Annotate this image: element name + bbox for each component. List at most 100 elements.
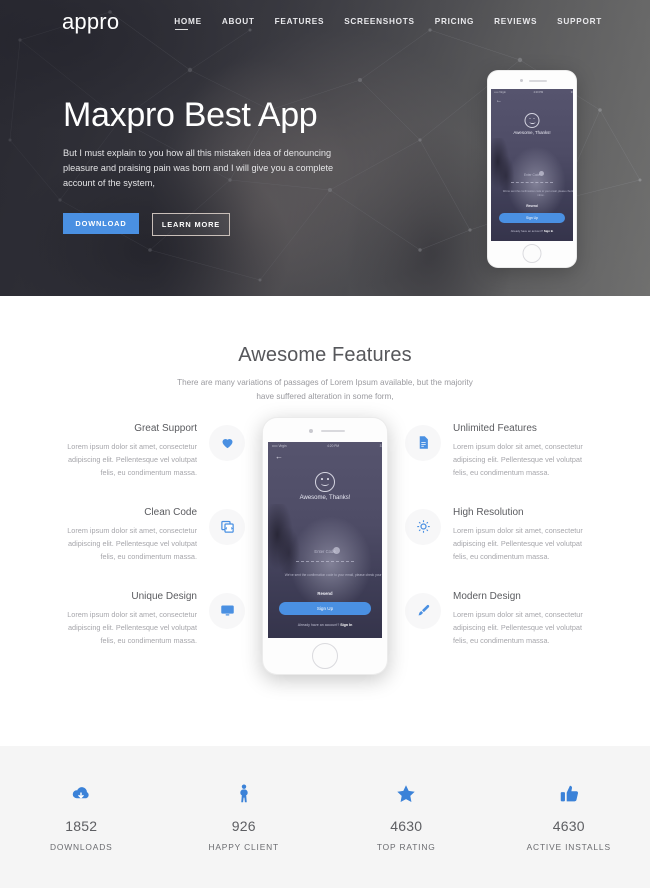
screen-code-input[interactable]: Enter Code: [491, 173, 573, 177]
site-logo[interactable]: appro: [62, 9, 119, 35]
phone-home-button[interactable]: [312, 642, 338, 669]
thumbs-up-icon: [488, 782, 650, 806]
feature-desc: Lorem ipsum dolor sit amet, consectetur …: [67, 441, 197, 477]
feature-desc: Lorem ipsum dolor sit amet, consectetur …: [453, 525, 583, 561]
status-battery: 31%: [379, 443, 382, 448]
stat-happy-client: 926 HAPPY CLIENT: [163, 782, 326, 852]
monitor-icon: [209, 592, 245, 629]
nav-item-reviews[interactable]: REVIEWS: [494, 17, 537, 30]
smiley-icon: [315, 471, 335, 492]
stat-label: ACTIVE INSTALLS: [526, 842, 611, 852]
download-button[interactable]: DOWNLOAD: [63, 212, 139, 234]
feature-desc: Lorem ipsum dolor sit amet, consectetur …: [67, 609, 197, 645]
feature-unlimited-features[interactable]: Unlimited Features Lorem ipsum dolor sit…: [405, 423, 590, 480]
feature-great-support[interactable]: Great Support Lorem ipsum dolor sit amet…: [60, 423, 245, 480]
nav-item-screenshots[interactable]: SCREENSHOTS: [344, 17, 415, 30]
phone-screen: ••••• Virgin 4:20 PM 31% ← Awesome, Than…: [491, 89, 573, 241]
feature-title: Unlimited Features: [453, 422, 537, 434]
stat-number: 4630: [390, 818, 423, 834]
landing-page: appro HOME ABOUT FEATURES SCREENSHOTS PR…: [0, 0, 650, 888]
signup-button[interactable]: Sign Up: [499, 213, 565, 223]
phone-camera: [309, 428, 313, 433]
stat-top-rating: 4630 TOP RATING: [325, 782, 488, 852]
feature-unique-design[interactable]: Unique Design Lorem ipsum dolor sit amet…: [60, 591, 245, 648]
hero-phone-mockup: ••••• Virgin 4:20 PM 31% ← Awesome, Than…: [487, 70, 577, 268]
nav-item-features[interactable]: FEATURES: [275, 17, 325, 30]
feature-modern-design[interactable]: Modern Design Lorem ipsum dolor sit amet…: [405, 591, 590, 648]
heart-icon: [209, 424, 245, 461]
hero-section: appro HOME ABOUT FEATURES SCREENSHOTS PR…: [0, 0, 650, 296]
status-time: 4:20 PM: [327, 443, 340, 448]
feature-clean-code[interactable]: Clean Code Lorem ipsum dolor sit amet, c…: [60, 507, 245, 564]
screen-status-bar: ••••• Virgin 4:20 PM 31%: [268, 442, 382, 450]
feature-desc: Lorem ipsum dolor sit amet, consectetur …: [453, 441, 583, 477]
nav-item-about[interactable]: ABOUT: [222, 17, 255, 30]
feature-title: Clean Code: [144, 506, 197, 518]
phone-frame: ••••• Virgin 4:20 PM 31% ← Awesome, Than…: [487, 70, 577, 268]
screen-note: We've sent the confirmation code to your…: [502, 190, 573, 197]
phone-screen: ••••• Virgin 4:20 PM 31% ← Awesome, Than…: [268, 441, 382, 638]
arrow-left-icon[interactable]: ←: [275, 452, 283, 461]
feature-title: High Resolution: [453, 506, 524, 518]
phone-speaker: [321, 429, 345, 433]
status-battery: 31%: [570, 90, 573, 94]
nav-item-home[interactable]: HOME: [174, 17, 202, 30]
status-carrier: ••••• Virgin: [494, 90, 506, 94]
screen-note: We've sent the confirmation code to your…: [284, 572, 382, 577]
feature-desc: Lorem ipsum dolor sit amet, consectetur …: [453, 609, 583, 645]
features-grid: Great Support Lorem ipsum dolor sit amet…: [0, 416, 650, 723]
nav-links: HOME ABOUT FEATURES SCREENSHOTS PRICING …: [174, 17, 602, 30]
gear-icon: [405, 508, 441, 545]
star-icon: [325, 782, 488, 806]
stat-number: 1852: [65, 818, 98, 834]
stat-number: 926: [231, 818, 256, 834]
screen-footer-text: Already have an account? Sign In: [491, 229, 573, 233]
stat-label: DOWNLOADS: [49, 842, 113, 852]
screen-heading: Awesome, Thanks!: [513, 130, 551, 135]
screen-input-knob: [333, 546, 340, 554]
hero-content: Maxpro Best App But I must explain to yo…: [63, 96, 363, 236]
stat-number: 4630: [552, 818, 585, 834]
paintbrush-icon: [405, 592, 441, 629]
document-icon: [405, 424, 441, 461]
feature-title: Great Support: [134, 422, 197, 434]
stat-active-installs: 4630 ACTIVE INSTALLS: [488, 782, 650, 852]
phone-frame: ••••• Virgin 4:20 PM 31% ← Awesome, Than…: [262, 416, 388, 675]
screen-input-underline: [296, 560, 354, 562]
footer-prompt: Already have an account?: [510, 229, 544, 233]
footer-prompt: Already have an account?: [297, 622, 340, 627]
features-phone-mockup: ••••• Virgin 4:20 PM 31% ← Awesome, Than…: [262, 416, 388, 675]
screen-footer-text: Already have an account? Sign In: [268, 623, 382, 627]
feature-title: Modern Design: [453, 590, 521, 602]
phone-home-button[interactable]: [522, 244, 542, 263]
nav-item-support[interactable]: SUPPORT: [557, 17, 602, 30]
screen-code-input[interactable]: Enter Code: [268, 549, 382, 554]
signin-link[interactable]: Sign In: [544, 229, 553, 233]
learn-more-button[interactable]: LEARN MORE: [152, 212, 230, 236]
status-time: 4:20 PM: [533, 90, 544, 94]
nav-item-pricing[interactable]: PRICING: [435, 17, 474, 30]
signup-button[interactable]: Sign Up: [279, 601, 371, 615]
stat-label: TOP RATING: [376, 842, 436, 852]
resend-link[interactable]: Resend: [491, 204, 573, 208]
features-title: Awesome Features: [238, 344, 412, 366]
hero-title: Maxpro Best App: [63, 96, 318, 134]
signin-link[interactable]: Sign In: [340, 623, 352, 627]
features-subtitle: There are many variations of passages of…: [177, 378, 473, 402]
screen-heading: Awesome, Thanks!: [299, 494, 351, 501]
feature-high-resolution[interactable]: High Resolution Lorem ipsum dolor sit am…: [405, 507, 590, 564]
phone-camera: [520, 79, 523, 82]
arrow-left-icon[interactable]: ←: [496, 98, 502, 104]
screen-input-knob: [539, 171, 544, 176]
smiley-icon: [524, 113, 540, 128]
stat-downloads: 1852 DOWNLOADS: [0, 782, 163, 852]
person-icon: [163, 782, 326, 806]
code-window-icon: [209, 508, 245, 545]
resend-link[interactable]: Resend: [268, 591, 382, 596]
features-section: Awesome Features There are many variatio…: [0, 296, 650, 746]
main-navigation: appro HOME ABOUT FEATURES SCREENSHOTS PR…: [0, 0, 650, 44]
feature-desc: Lorem ipsum dolor sit amet, consectetur …: [67, 525, 197, 561]
hero-buttons: DOWNLOAD LEARN MORE: [63, 212, 363, 236]
features-right-column: Unlimited Features Lorem ipsum dolor sit…: [405, 423, 590, 675]
features-left-column: Great Support Lorem ipsum dolor sit amet…: [60, 423, 245, 675]
